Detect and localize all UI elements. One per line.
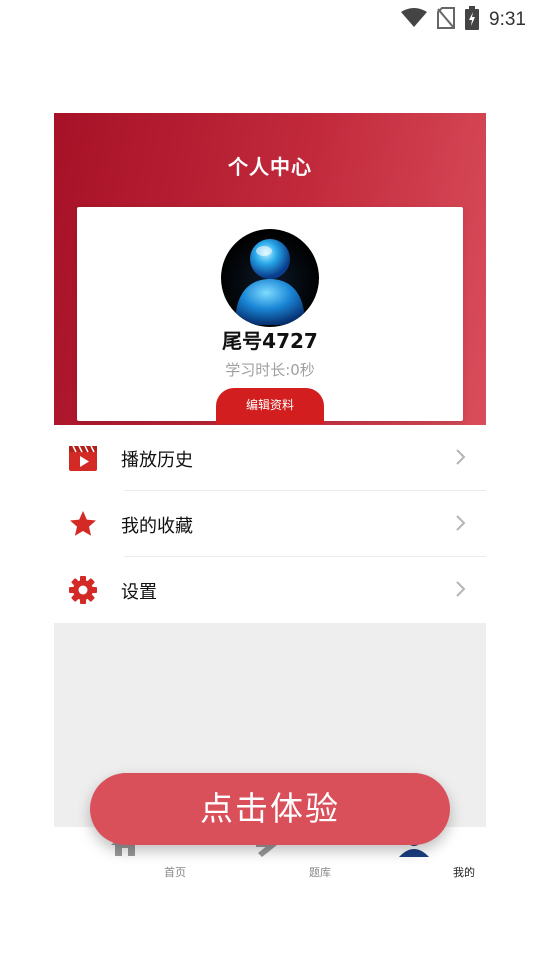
- chevron-right-icon: [454, 447, 468, 467]
- play-history-icon: [68, 443, 98, 473]
- user-avatar-icon[interactable]: [221, 229, 319, 327]
- menu-label: 播放历史: [121, 450, 193, 471]
- app-frame: 个人中心 尾号4727 学习时长:0秒 编辑资料 播放历史 我的收藏 设置 首页…: [54, 113, 486, 880]
- menu-list: 播放历史 我的收藏 设置: [54, 425, 486, 623]
- study-time: 学习时长:0秒: [225, 361, 315, 379]
- menu-label: 我的收藏: [121, 516, 193, 537]
- page-title: 个人中心: [228, 155, 312, 179]
- menu-label: 设置: [121, 582, 157, 603]
- profile-header: 个人中心 尾号4727 学习时长:0秒 编辑资料: [54, 113, 486, 425]
- wifi-icon: [401, 8, 428, 32]
- status-time: 9:31: [489, 9, 526, 30]
- menu-item-play-history[interactable]: 播放历史: [54, 425, 486, 491]
- menu-item-settings[interactable]: 设置: [54, 557, 486, 623]
- chevron-right-icon: [454, 579, 468, 599]
- profile-card: 尾号4727 学习时长:0秒 编辑资料: [77, 207, 463, 424]
- edit-profile-button[interactable]: 编辑资料: [216, 388, 324, 424]
- chevron-right-icon: [454, 513, 468, 533]
- star-icon: [68, 509, 98, 539]
- tab-label: 我的: [453, 866, 475, 879]
- battery-charging-icon: [465, 6, 480, 34]
- tab-label: 首页: [164, 866, 186, 879]
- status-icons: 9:31: [401, 6, 526, 34]
- status-bar: 9:31: [0, 0, 540, 36]
- tab-label: 题库: [309, 866, 331, 879]
- screen: 9:31 个人中心 尾号4727 学习时长:0秒 编辑资料 播放历史 我的收藏 …: [0, 0, 540, 960]
- menu-item-favorites[interactable]: 我的收藏: [54, 491, 486, 557]
- username: 尾号4727: [222, 329, 318, 353]
- gear-icon: [68, 575, 98, 605]
- try-now-button[interactable]: 点击体验: [90, 773, 450, 845]
- no-sim-icon: [437, 7, 456, 33]
